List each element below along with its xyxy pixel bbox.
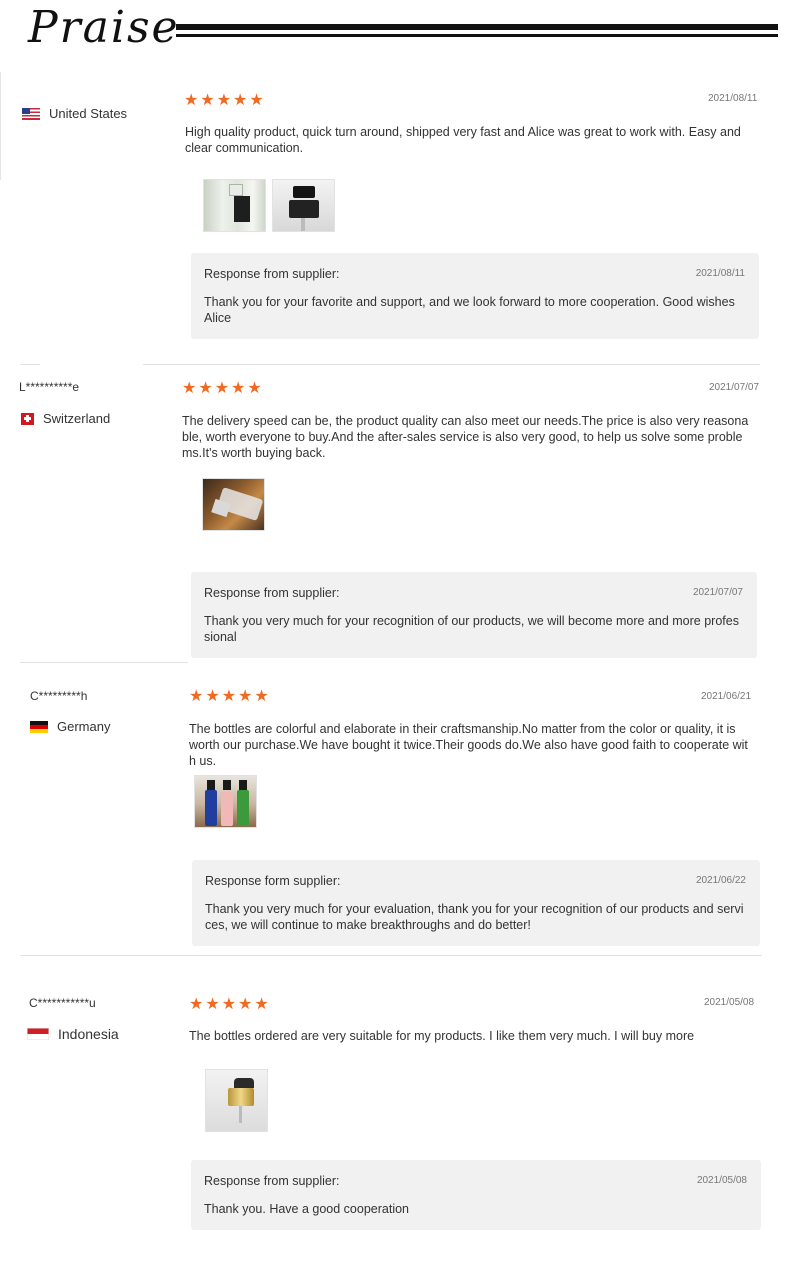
- response-date: 2021/07/07: [692, 587, 743, 598]
- response-text: Thank you. Have a good cooperation: [204, 1202, 409, 1216]
- response-label: Response from supplier:: [204, 267, 340, 281]
- star-rating: ★ ★ ★ ★ ★: [189, 688, 269, 704]
- review-text: High quality product, quick turn around,…: [185, 125, 741, 155]
- reviewer-name: C***********u: [29, 996, 96, 1010]
- review-country: Germany: [30, 719, 110, 734]
- review-country: United States: [22, 106, 127, 121]
- review-country: Indonesia: [27, 1026, 119, 1042]
- response-date: 2021/08/11: [695, 268, 745, 279]
- response-label: Response from supplier:: [204, 586, 340, 600]
- star-icon: ★: [182, 378, 197, 397]
- star-icon: ★: [238, 994, 253, 1013]
- page-title: Praise: [28, 2, 180, 53]
- response-text: Thank you very much for your recognition…: [204, 614, 739, 644]
- flag-indonesia-icon: [27, 1028, 49, 1040]
- supplier-response: Response from supplier: 2021/07/07 Thank…: [191, 572, 757, 658]
- title-rule-thick: [176, 24, 778, 30]
- star-icon: ★: [221, 994, 237, 1013]
- country-label: Switzerland: [43, 411, 111, 426]
- star-icon: ★: [205, 686, 220, 705]
- star-icon: ★: [247, 378, 262, 397]
- response-label: Response form supplier:: [205, 874, 341, 888]
- reviewer-name: L**********e: [19, 380, 80, 394]
- star-icon: ★: [254, 686, 269, 705]
- country-label: Indonesia: [58, 1026, 119, 1042]
- flag-us-icon: [22, 107, 40, 120]
- reviewer-name: C*********h: [30, 689, 88, 703]
- review-photo-bottles[interactable]: [194, 775, 257, 828]
- review-photos: [203, 179, 335, 232]
- response-date: 2021/05/08: [696, 1175, 747, 1186]
- star-rating: ★ ★ ★ ★ ★: [182, 380, 262, 396]
- response-date: 2021/06/22: [695, 875, 746, 886]
- review-date: 2021/05/08: [704, 997, 755, 1008]
- review-date: 2021/06/21: [701, 691, 752, 702]
- supplier-response: Response from supplier: 2021/08/11 Thank…: [191, 253, 759, 339]
- review-photos: [202, 478, 265, 531]
- review-photo-bottle[interactable]: [203, 179, 266, 232]
- review-divider: [143, 364, 760, 365]
- review-divider: [20, 662, 188, 663]
- star-icon: ★: [189, 686, 204, 705]
- review-photos: [194, 775, 257, 828]
- review-photos: [205, 1069, 268, 1132]
- star-icon: ★: [198, 378, 213, 397]
- review-text: The delivery speed can be, the product q…: [182, 414, 749, 460]
- response-text: Thank you very much for your evaluation,…: [205, 902, 744, 932]
- star-icon: ★: [254, 994, 269, 1013]
- supplier-response: Response form supplier: 2021/06/22 Thank…: [192, 860, 760, 946]
- star-icon: ★: [189, 994, 204, 1013]
- flag-switzerland-icon: [21, 412, 34, 425]
- review-photo-pump[interactable]: [205, 1069, 268, 1132]
- star-icon: ★: [231, 378, 246, 397]
- star-icon: ★: [184, 90, 199, 109]
- response-label: Response from supplier:: [204, 1174, 340, 1188]
- star-rating: ★ ★ ★ ★ ★: [184, 92, 264, 108]
- star-icon: ★: [238, 686, 253, 705]
- star-icon: ★: [233, 90, 248, 109]
- flag-germany-icon: [30, 720, 48, 733]
- country-label: Germany: [57, 719, 111, 734]
- star-icon: ★: [221, 686, 237, 705]
- review-divider: [20, 364, 40, 365]
- left-edge-line: [0, 72, 1, 180]
- review-date: 2021/08/11: [708, 93, 758, 104]
- supplier-response: Response from supplier: 2021/05/08 Thank…: [191, 1160, 761, 1230]
- star-icon: ★: [249, 90, 264, 109]
- star-icon: ★: [200, 90, 215, 109]
- review-photo-bottle[interactable]: [202, 478, 265, 531]
- star-rating: ★ ★ ★ ★ ★: [189, 996, 269, 1012]
- star-icon: ★: [214, 378, 230, 397]
- response-text: Thank you for your favorite and support,…: [204, 295, 735, 325]
- review-text: The bottles are colorful and elaborate i…: [189, 722, 748, 768]
- review-date: 2021/07/07: [709, 382, 760, 393]
- country-label: United States: [49, 106, 128, 121]
- star-icon: ★: [216, 90, 232, 109]
- review-divider: [20, 955, 762, 956]
- review-country: Switzerland: [21, 411, 110, 426]
- star-icon: ★: [205, 994, 220, 1013]
- review-text: The bottles ordered are very suitable fo…: [189, 1029, 695, 1043]
- review-photo-sprayer[interactable]: [272, 179, 335, 232]
- title-rule-thin: [176, 34, 778, 37]
